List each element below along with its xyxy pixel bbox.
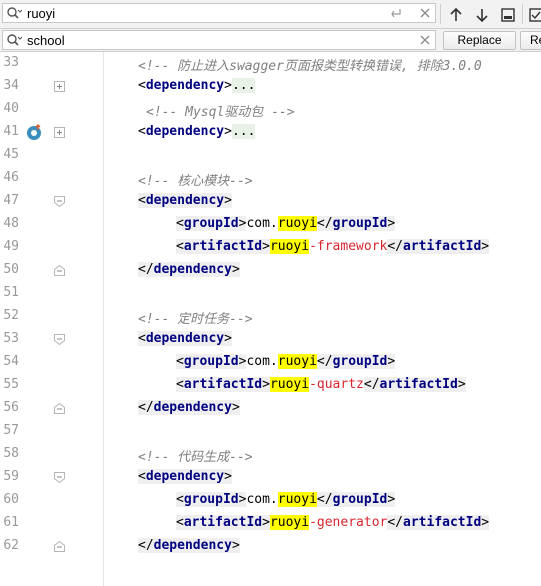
code-line[interactable]: 48 <groupId>com.ruoyi</groupId> bbox=[0, 213, 541, 236]
code-line[interactable]: 47 <dependency> bbox=[0, 190, 541, 213]
line-number: 52 bbox=[3, 308, 19, 323]
code-line[interactable]: 53 <dependency> bbox=[0, 328, 541, 351]
code-line[interactable]: 61 <artifactId>ruoyi-generator</artifactI… bbox=[0, 512, 541, 535]
code-line[interactable]: 57 bbox=[0, 420, 541, 443]
line-number: 49 bbox=[3, 239, 19, 254]
line-number: 55 bbox=[3, 377, 19, 392]
code-text[interactable]: <dependency> bbox=[138, 331, 232, 346]
code-line[interactable]: 58 <!-- 代码生成--> bbox=[0, 443, 541, 466]
code-editor[interactable]: 33 <!-- 防止进入swagger页面报类型转换错误, 排除3.0.0 34 <d… bbox=[0, 52, 541, 586]
find-bar: ruoyi bbox=[0, 0, 541, 29]
separator bbox=[522, 4, 523, 24]
code-line[interactable]: 56 </dependency> bbox=[0, 397, 541, 420]
line-number: 60 bbox=[3, 492, 19, 507]
find-field[interactable]: ruoyi bbox=[2, 3, 436, 23]
code-line[interactable]: 59 <dependency> bbox=[0, 466, 541, 489]
code-line[interactable]: 55 <artifactId>ruoyi-quartz</artifactId> bbox=[0, 374, 541, 397]
separator bbox=[440, 4, 441, 24]
arrow-down-icon[interactable] bbox=[473, 6, 491, 24]
code-text[interactable]: <artifactId>ruoyi-quartz</artifactId> bbox=[176, 377, 466, 392]
replace-button[interactable]: Replace bbox=[443, 31, 516, 50]
code-line[interactable]: 51 bbox=[0, 282, 541, 305]
code-text[interactable]: <dependency> bbox=[138, 469, 232, 484]
code-line[interactable]: 40 <!-- Mysql驱动包 --> bbox=[0, 98, 541, 121]
line-number: 45 bbox=[3, 147, 19, 162]
replace-all-button[interactable]: Re bbox=[520, 31, 541, 50]
find-input[interactable]: ruoyi bbox=[27, 6, 55, 21]
replace-input[interactable]: school bbox=[27, 33, 65, 48]
line-number: 33 bbox=[3, 55, 19, 70]
line-number: 58 bbox=[3, 446, 19, 461]
line-number: 53 bbox=[3, 331, 19, 346]
code-line[interactable]: 45 bbox=[0, 144, 541, 167]
line-number: 61 bbox=[3, 515, 19, 530]
line-number: 54 bbox=[3, 354, 19, 369]
override-gutter-icon[interactable] bbox=[26, 124, 43, 141]
code-text[interactable]: <artifactId>ruoyi-framework</artifactId> bbox=[176, 239, 490, 254]
code-line[interactable]: 62 </dependency> bbox=[0, 535, 541, 558]
fold-end-icon[interactable] bbox=[54, 541, 65, 552]
fold-collapse-icon[interactable] bbox=[54, 196, 65, 207]
code-text[interactable]: <groupId>com.ruoyi</groupId> bbox=[176, 216, 396, 231]
replace-bar: school Replace Re bbox=[0, 29, 541, 52]
replace-field[interactable]: school bbox=[2, 30, 436, 50]
fold-end-icon[interactable] bbox=[54, 265, 65, 276]
code-text[interactable]: </dependency> bbox=[138, 400, 240, 415]
code-line[interactable]: 54 <groupId>com.ruoyi</groupId> bbox=[0, 351, 541, 374]
code-text[interactable]: <!-- 代码生成--> bbox=[138, 446, 253, 465]
fold-collapse-icon[interactable] bbox=[54, 472, 65, 483]
code-line[interactable]: 34 <dependency>... bbox=[0, 75, 541, 98]
line-number: 34 bbox=[3, 78, 19, 93]
line-number: 57 bbox=[3, 423, 19, 438]
checkbox-icon[interactable] bbox=[528, 6, 541, 24]
fold-collapse-icon[interactable] bbox=[54, 334, 65, 345]
code-text[interactable]: <!-- Mysql驱动包 --> bbox=[146, 101, 295, 120]
code-text[interactable]: </dependency> bbox=[138, 538, 240, 553]
fold-expand-icon[interactable] bbox=[54, 81, 65, 92]
line-number: 47 bbox=[3, 193, 19, 208]
code-text[interactable]: <artifactId>ruoyi-generator</artifactId> bbox=[176, 515, 490, 530]
code-line[interactable]: 41 <dependency>... bbox=[0, 121, 541, 144]
code-line[interactable]: 52 <!-- 定时任务--> bbox=[0, 305, 541, 328]
code-text[interactable]: <groupId>com.ruoyi</groupId> bbox=[176, 492, 396, 507]
code-line[interactable]: 46 <!-- 核心模块--> bbox=[0, 167, 541, 190]
line-number: 41 bbox=[3, 124, 19, 139]
line-number: 46 bbox=[3, 170, 19, 185]
fold-end-icon[interactable] bbox=[54, 403, 65, 414]
select-occurrences-icon[interactable] bbox=[499, 6, 517, 24]
code-text[interactable]: </dependency> bbox=[138, 262, 240, 277]
close-icon[interactable] bbox=[418, 6, 432, 20]
code-text[interactable]: <!-- 定时任务--> bbox=[138, 308, 253, 327]
code-text[interactable]: <!-- 防止进入swagger页面报类型转换错误, 排除3.0.0 bbox=[138, 55, 482, 74]
code-line[interactable]: 60 <groupId>com.ruoyi</groupId> bbox=[0, 489, 541, 512]
code-line[interactable]: 33 <!-- 防止进入swagger页面报类型转换错误, 排除3.0.0 bbox=[0, 52, 541, 75]
line-number: 40 bbox=[3, 101, 19, 116]
line-number: 48 bbox=[3, 216, 19, 231]
code-text[interactable]: <groupId>com.ruoyi</groupId> bbox=[176, 354, 396, 369]
code-line[interactable]: 49 <artifactId>ruoyi-framework</artifactI… bbox=[0, 236, 541, 259]
code-text[interactable]: <!-- 核心模块--> bbox=[138, 170, 253, 189]
line-number: 50 bbox=[3, 262, 19, 277]
close-icon[interactable] bbox=[418, 33, 432, 47]
line-number: 62 bbox=[3, 538, 19, 553]
arrow-up-icon[interactable] bbox=[447, 6, 465, 24]
line-number: 51 bbox=[3, 285, 19, 300]
line-number: 56 bbox=[3, 400, 19, 415]
enter-return-icon[interactable] bbox=[389, 6, 403, 20]
code-text[interactable]: <dependency>... bbox=[138, 124, 256, 139]
search-icon[interactable] bbox=[6, 6, 22, 20]
code-line[interactable]: 50 </dependency> bbox=[0, 259, 541, 282]
search-icon[interactable] bbox=[6, 33, 22, 47]
code-text[interactable]: <dependency>... bbox=[138, 78, 256, 93]
code-text[interactable]: <dependency> bbox=[138, 193, 232, 208]
fold-expand-icon[interactable] bbox=[54, 127, 65, 138]
line-number: 59 bbox=[3, 469, 19, 484]
